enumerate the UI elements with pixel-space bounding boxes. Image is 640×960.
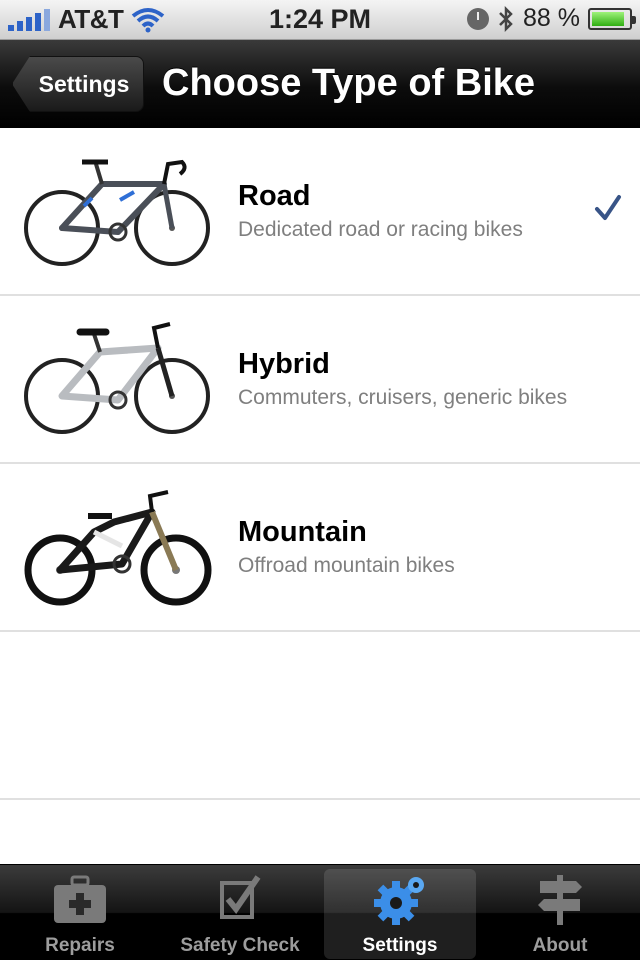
back-button-settings[interactable]: Settings [12,56,144,112]
bike-type-title: Mountain [238,516,367,548]
battery-icon [588,7,636,30]
page-title: Choose Type of Bike [162,62,536,104]
list-item-hybrid[interactable]: Hybrid Commuters, cruisers, generic bike… [0,296,640,464]
status-right: 88 % [467,4,636,33]
first-aid-kit-icon [54,875,106,923]
alarm-clock-icon [467,7,490,30]
tab-label: Settings [362,935,438,956]
hybrid-bike-image [24,322,210,434]
tab-safety-check[interactable]: Safety Check [160,865,320,960]
list-item-mountain[interactable]: Mountain Offroad mountain bikes [0,464,640,632]
tab-label: Safety Check [180,935,300,956]
tab-label: Repairs [45,935,115,956]
navigation-bar: Settings Choose Type of Bike [0,40,640,128]
list-item-road[interactable]: Road Dedicated road or racing bikes [0,128,640,296]
battery-fill [592,11,624,26]
mountain-bike-image [24,490,212,606]
bike-type-list: Road Dedicated road or racing bikes Hybr… [0,128,640,800]
gear-icon [374,877,424,925]
bike-type-title: Road [238,180,311,212]
battery-percent: 88 % [523,4,580,32]
tab-label: About [532,935,588,956]
bike-type-subtitle: Dedicated road or racing bikes [238,218,523,241]
bike-type-subtitle: Offroad mountain bikes [238,554,455,577]
status-bar: AT&T 1:24 PM 88 % [0,0,640,40]
tab-settings[interactable]: Settings [320,865,480,960]
empty-table-row [0,632,640,800]
checkmark-icon [595,195,621,220]
bluetooth-icon [499,5,513,32]
bike-type-subtitle: Commuters, cruisers, generic bikes [238,386,568,409]
bike-type-title: Hybrid [238,348,330,380]
road-bike-image [24,159,210,266]
checkbox-icon [220,875,261,919]
tab-bar: Repairs Safety Check Settings About [0,864,640,960]
tab-repairs[interactable]: Repairs [0,865,160,960]
signpost-icon [538,875,582,925]
tab-about[interactable]: About [480,865,640,960]
